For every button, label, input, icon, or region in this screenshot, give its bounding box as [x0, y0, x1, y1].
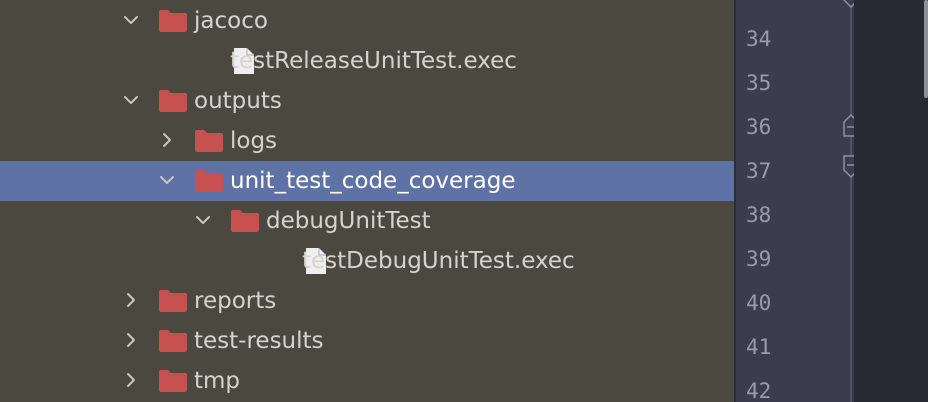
fold-collapse-icon[interactable] — [842, 154, 854, 180]
tree-folder-row[interactable]: jacoco — [0, 1, 734, 41]
line-number: 35 — [746, 71, 772, 95]
folder-icon — [158, 9, 188, 33]
fold-end-icon[interactable] — [842, 0, 854, 12]
folder-icon — [194, 129, 224, 153]
tree-file-row[interactable]: testReleaseUnitTest.exec — [0, 41, 734, 81]
fold-collapse-icon[interactable] — [842, 112, 854, 138]
editor-gutter: 34 35 36 37 38 39 40 41 42 — [736, 0, 854, 402]
tree-item-label: unit_test_code_coverage — [230, 168, 516, 194]
editor-area[interactable] — [854, 0, 928, 402]
tree-file-row[interactable]: testDebugUnitTest.exec — [0, 241, 734, 281]
line-number: 34 — [746, 27, 772, 51]
line-number: 38 — [746, 203, 772, 227]
line-number: 37 — [746, 159, 772, 183]
folder-icon — [230, 209, 260, 233]
folder-icon — [158, 289, 188, 313]
tree-folder-row[interactable]: debugUnitTest — [0, 201, 734, 241]
line-number: 42 — [746, 379, 772, 402]
tree-item-label: debugUnitTest — [266, 208, 431, 234]
tree-item-label: testReleaseUnitTest.exec — [230, 48, 517, 74]
chevron-right-icon[interactable] — [156, 129, 178, 151]
tree-item-label: outputs — [194, 88, 282, 114]
line-number: 40 — [746, 291, 772, 315]
tree-folder-row[interactable]: outputs — [0, 81, 734, 121]
tree-item-label: reports — [194, 288, 277, 314]
chevron-down-icon[interactable] — [192, 209, 214, 231]
tree-folder-row[interactable]: unit_test_code_coverage — [0, 161, 734, 201]
chevron-right-icon[interactable] — [120, 289, 142, 311]
tree-folder-row[interactable]: tmp — [0, 361, 734, 401]
tree-item-label: logs — [230, 128, 278, 154]
chevron-down-icon[interactable] — [120, 89, 142, 111]
editor-scrollbar-thumb[interactable] — [924, 0, 928, 98]
tree-folder-row[interactable]: reports — [0, 281, 734, 321]
tree-item-label: tmp — [194, 368, 241, 394]
tree-folder-row[interactable]: logs — [0, 121, 734, 161]
line-number: 36 — [746, 115, 772, 139]
tree-item-label: jacoco — [194, 8, 268, 34]
folder-icon — [158, 369, 188, 393]
tree-item-label: testDebugUnitTest.exec — [302, 248, 575, 274]
ide-window: jacoco testReleaseUnitTest.exec outputs log… — [0, 0, 928, 402]
project-tree[interactable]: jacoco testReleaseUnitTest.exec outputs log… — [0, 0, 734, 402]
folder-icon — [158, 329, 188, 353]
tree-folder-row[interactable]: test-results — [0, 321, 734, 361]
tree-item-label: test-results — [194, 328, 324, 354]
line-number: 41 — [746, 335, 772, 359]
line-number: 39 — [746, 247, 772, 271]
folder-icon — [158, 89, 188, 113]
chevron-down-icon[interactable] — [156, 169, 178, 191]
chevron-right-icon[interactable] — [120, 369, 142, 391]
chevron-down-icon[interactable] — [120, 9, 142, 31]
fold-guide-line — [850, 0, 852, 402]
chevron-right-icon[interactable] — [120, 329, 142, 351]
folder-icon — [194, 169, 224, 193]
